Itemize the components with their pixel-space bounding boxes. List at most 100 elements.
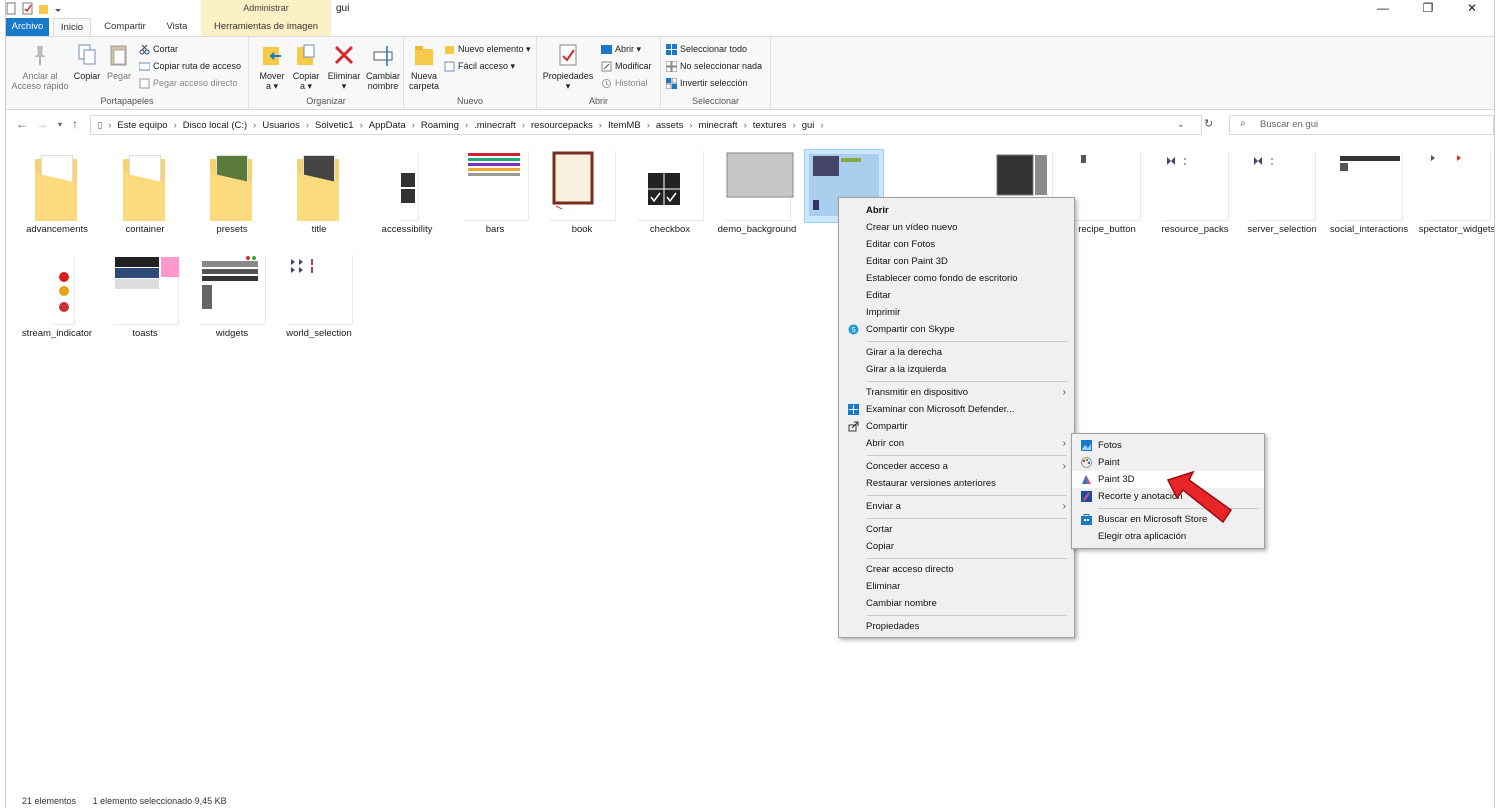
- menu-item-editar-fotos[interactable]: Editar con Fotos: [839, 236, 1074, 253]
- menu-item-imprimir[interactable]: Imprimir: [839, 304, 1074, 321]
- close-button[interactable]: ✕: [1450, 0, 1494, 18]
- history-button[interactable]: Historial: [601, 76, 648, 90]
- breadcrumb-itemmb[interactable]: ItemMB: [608, 120, 641, 131]
- folder-item-advancements[interactable]: advancements: [14, 149, 100, 235]
- menu-item-editar[interactable]: Editar: [839, 287, 1074, 304]
- image-item-server-selection[interactable]: server_selection: [1239, 149, 1325, 235]
- address-dropdown-chevron-icon[interactable]: ⌄: [1177, 119, 1185, 130]
- pin-quick-access-button[interactable]: Anclar al Acceso rápido: [10, 42, 70, 91]
- recent-chevron-icon[interactable]: ▾: [58, 120, 62, 129]
- menu-item-transmitir[interactable]: Transmitir en dispositivo ›: [839, 384, 1074, 401]
- folder-item-container[interactable]: container: [102, 149, 188, 235]
- properties-button[interactable]: Propiedades ▾: [541, 42, 595, 91]
- tab-compartir[interactable]: Compartir: [98, 18, 152, 36]
- menu-item-defender[interactable]: Examinar con Microsoft Defender...: [839, 401, 1074, 418]
- breadcrumb-assets[interactable]: assets: [656, 120, 683, 131]
- chevron-right-icon[interactable]: ›: [689, 120, 692, 131]
- menu-item-restaurar[interactable]: Restaurar versiones anteriores: [839, 475, 1074, 492]
- breadcrumb-usuarios[interactable]: Usuarios: [262, 120, 300, 131]
- copy-button[interactable]: Copiar: [70, 42, 104, 81]
- image-item-checkbox[interactable]: checkbox: [627, 149, 713, 235]
- chevron-right-icon[interactable]: ›: [412, 120, 415, 131]
- folder-item-presets[interactable]: presets: [189, 149, 275, 235]
- chevron-right-icon[interactable]: ›: [465, 120, 468, 131]
- breadcrumb-roaming[interactable]: Roaming: [421, 120, 459, 131]
- menu-item-fondo-escritorio[interactable]: Establecer como fondo de escritorio: [839, 270, 1074, 287]
- chevron-right-icon[interactable]: ›: [522, 120, 525, 131]
- breadcrumb-gui[interactable]: gui: [802, 120, 815, 131]
- menu-item-girar-izquierda[interactable]: Girar a la izquierda: [839, 361, 1074, 378]
- menu-item-propiedades[interactable]: Propiedades: [839, 618, 1074, 635]
- breadcrumb-resourcepacks[interactable]: resourcepacks: [531, 120, 593, 131]
- breadcrumb-minecraft[interactable]: minecraft: [699, 120, 738, 131]
- new-item-button[interactable]: Nuevo elemento ▾: [444, 42, 531, 56]
- image-item-world-selection[interactable]: world_selection: [276, 253, 362, 339]
- move-to-button[interactable]: Mover a ▾: [255, 42, 289, 91]
- image-item-demo-background[interactable]: demo_background: [714, 149, 800, 235]
- customize-qa-icon[interactable]: [54, 2, 65, 15]
- menu-item-girar-derecha[interactable]: Girar a la derecha: [839, 344, 1074, 361]
- new-folder-button[interactable]: Nueva carpeta: [406, 42, 442, 91]
- submenu-item-paint[interactable]: Paint: [1072, 454, 1264, 471]
- menu-item-abrir[interactable]: Abrir: [839, 202, 1074, 219]
- image-item-stream-indicator[interactable]: stream_indicator: [14, 253, 100, 339]
- chevron-right-icon[interactable]: ›: [744, 120, 747, 131]
- open-button[interactable]: Abrir ▾: [601, 42, 641, 56]
- image-item-social-interactions[interactable]: social_interactions: [1326, 149, 1412, 235]
- file-icon[interactable]: [6, 2, 17, 15]
- menu-item-cambiar-nombre[interactable]: Cambiar nombre: [839, 595, 1074, 612]
- up-arrow-icon[interactable]: ↑: [72, 117, 78, 131]
- chevron-right-icon[interactable]: ›: [253, 120, 256, 131]
- menu-item-compartir[interactable]: Compartir: [839, 418, 1074, 435]
- manage-context-tab[interactable]: Administrar: [201, 0, 331, 18]
- tab-vista[interactable]: Vista: [158, 18, 196, 36]
- maximize-button[interactable]: ❐: [1406, 0, 1450, 18]
- menu-item-crear-video[interactable]: Crear un vídeo nuevo: [839, 219, 1074, 236]
- menu-item-copiar[interactable]: Copiar: [839, 538, 1074, 555]
- chevron-right-icon[interactable]: ›: [820, 120, 823, 131]
- minimize-button[interactable]: —: [1361, 0, 1405, 18]
- chevron-right-icon[interactable]: ›: [306, 120, 309, 131]
- tab-inicio[interactable]: Inicio: [53, 18, 91, 36]
- submenu-item-fotos[interactable]: Fotos: [1072, 437, 1264, 454]
- image-item-spectator-widgets[interactable]: spectator_widgets: [1414, 149, 1494, 235]
- properties-icon[interactable]: [22, 2, 33, 15]
- tab-archivo[interactable]: Archivo: [6, 18, 49, 36]
- chevron-right-icon[interactable]: ›: [174, 120, 177, 131]
- paste-shortcut-button[interactable]: Pegar acceso directo: [139, 76, 238, 90]
- chevron-right-icon[interactable]: ›: [599, 120, 602, 131]
- refresh-icon[interactable]: ↻: [1204, 117, 1213, 130]
- image-item-widgets[interactable]: widgets: [189, 253, 275, 339]
- breadcrumb-appdata[interactable]: AppData: [369, 120, 406, 131]
- submenu-item-elegir-otra[interactable]: Elegir otra aplicación: [1072, 528, 1264, 545]
- menu-item-conceder-acceso[interactable]: Conceder acceso a ›: [839, 458, 1074, 475]
- invert-selection-button[interactable]: Invertir selección: [666, 76, 748, 90]
- image-item-bars[interactable]: bars: [452, 149, 538, 235]
- image-item-toasts[interactable]: toasts: [102, 253, 188, 339]
- chevron-right-icon[interactable]: ›: [793, 120, 796, 131]
- image-item-resource-packs[interactable]: resource_packs: [1152, 149, 1238, 235]
- menu-item-eliminar[interactable]: Eliminar: [839, 578, 1074, 595]
- menu-item-editar-paint3d[interactable]: Editar con Paint 3D: [839, 253, 1074, 270]
- edit-button[interactable]: Modificar: [601, 59, 652, 73]
- chevron-right-icon[interactable]: ›: [647, 120, 650, 131]
- rename-button[interactable]: Cambiar nombre: [363, 42, 403, 91]
- image-item-accessibility[interactable]: accessibility: [364, 149, 450, 235]
- breadcrumb-este-equipo[interactable]: Este equipo: [117, 120, 167, 131]
- breadcrumb-disco[interactable]: Disco local (C:): [183, 120, 247, 131]
- breadcrumb-solvetic1[interactable]: Solvetic1: [315, 120, 354, 131]
- cut-button[interactable]: Cortar: [139, 42, 178, 56]
- select-none-button[interactable]: No seleccionar nada: [666, 59, 762, 73]
- folder-item-title[interactable]: title: [276, 149, 362, 235]
- image-item-book[interactable]: book: [539, 149, 625, 235]
- copy-to-button[interactable]: Copiar a ▾: [289, 42, 323, 91]
- delete-button[interactable]: Eliminar ▾: [327, 42, 361, 91]
- paste-button[interactable]: Pegar: [104, 42, 134, 81]
- chevron-right-icon[interactable]: ›: [360, 120, 363, 131]
- tab-herramientas-imagen[interactable]: Herramientas de imagen: [201, 18, 331, 36]
- image-item-recipe-button[interactable]: recipe_button: [1064, 149, 1150, 235]
- breadcrumb-minecraft-root[interactable]: .minecraft: [474, 120, 516, 131]
- search-input[interactable]: Buscar en gui: [1229, 115, 1494, 135]
- address-bar[interactable]: ▯ › Este equipo › Disco local (C:) › Usuar…: [90, 115, 1202, 135]
- menu-item-enviar-a[interactable]: Enviar a ›: [839, 498, 1074, 515]
